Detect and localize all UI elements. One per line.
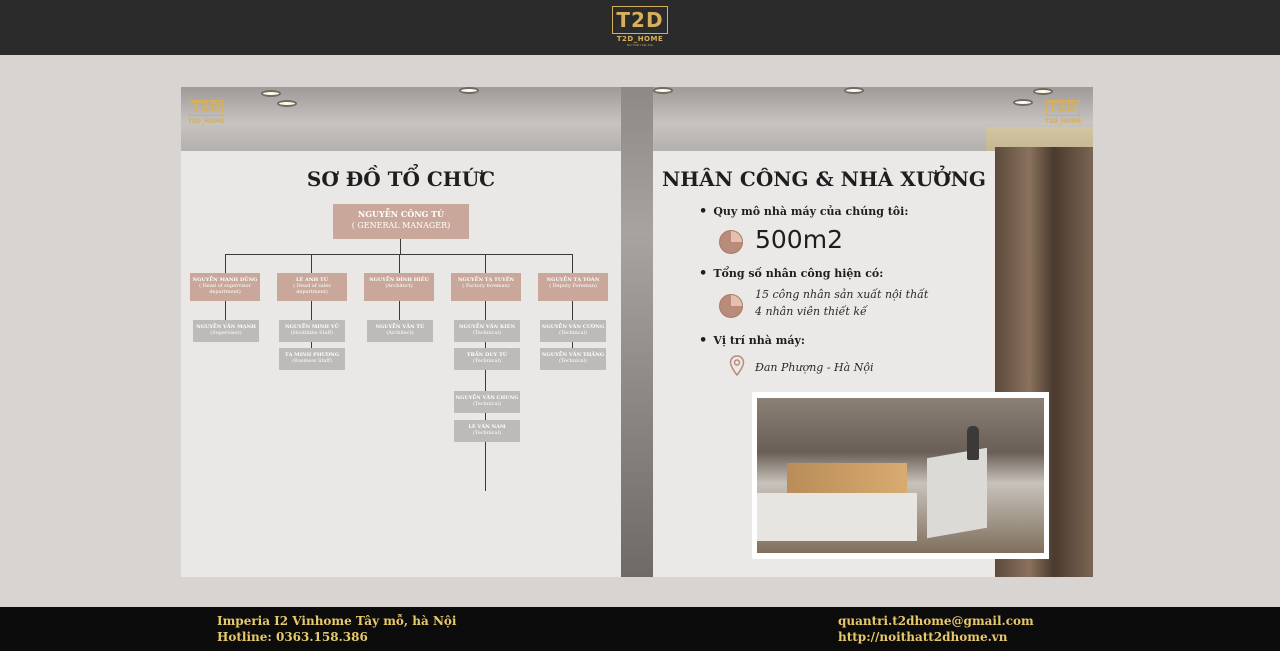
dept-head-node: LÊ ANH TÚ( Head of sales department) (277, 273, 347, 301)
staff-node: TẠ MINH PHƯƠNG (Business Staff) (279, 348, 345, 370)
staff-node: LÊ VĂN NAM (Technical) (454, 420, 520, 442)
workforce-title: NHÂN CÔNG & NHÀ XƯỞNG (661, 167, 987, 191)
corner-logo-right: T2D T2D_HOME (1044, 100, 1082, 125)
staff-node: TRẦN DUY TÚ (Technical) (454, 348, 520, 370)
bullet-factory-size: • Quy mô nhà máy của chúng tôi: (699, 204, 909, 219)
footer-address: Imperia I2 Vinhome Tây mỗ, hà Nội (217, 614, 457, 628)
dept-head-node: NGUYỄN TẠ TOÀN( Deputy Foreman) (538, 273, 608, 301)
factory-location: Đan Phượng - Hà Nội (755, 361, 874, 374)
manager-node: NGUYỄN CÔNG TÚ( GENERAL MANAGER) (333, 204, 469, 239)
factory-size-value: 500m2 (755, 225, 843, 254)
presentation-slide: T2D T2D_HOME T2D T2D_HOME SƠ ĐỒ TỔ CHỨC … (181, 87, 1093, 577)
logo-mark: T2D (612, 6, 668, 34)
staff-node: NGUYỄN VĂN CƯỜNG (Technical) (540, 320, 606, 342)
staff-node: NGUYỄN VĂN CHUNG (Technical) (454, 391, 520, 413)
dept-head-node: NGUYỄN MẠNH DŨNG( Head of supervisor dep… (190, 273, 260, 301)
pie-chart-icon (719, 230, 743, 254)
dept-head-node: NGUYỄN TẠ TUYỀN( Factory foreman) (451, 273, 521, 301)
bullet-workforce: • Tổng số nhân công hiện có: (699, 266, 884, 281)
footer-hotline[interactable]: Hotline: 0363.158.386 (217, 629, 368, 645)
pie-chart-icon (719, 294, 743, 318)
location-pin-icon (729, 355, 745, 377)
org-chart-panel: SƠ ĐỒ TỔ CHỨC NGUYỄN CÔNG TÚ( GENERAL MA… (181, 151, 621, 577)
staff-node: NGUYỄN VĂN TÚ (Architect) (367, 320, 433, 342)
footer-bar: Imperia I2 Vinhome Tây mỗ, hà Nội Hotlin… (0, 607, 1280, 651)
top-bar: T2D T2D_HOME Nội Thất Hiện Đại (0, 0, 1280, 55)
staff-node: NGUYỄN VĂN THẮNG (Technical) (540, 348, 606, 370)
bullet-location: • Vị trí nhà máy: (699, 333, 805, 348)
staff-node: NGUYỄN VĂN MẠNH (Supervisor) (193, 320, 259, 342)
brand-logo[interactable]: T2D T2D_HOME Nội Thất Hiện Đại (612, 6, 668, 47)
org-chart-title: SƠ ĐỒ TỔ CHỨC (306, 167, 496, 191)
logo-tagline: Nội Thất Hiện Đại (626, 43, 654, 47)
footer-email[interactable]: quantri.t2dhome@gmail.com (838, 613, 1034, 629)
slide-divider (621, 87, 653, 577)
staff-node: NGUYỄN VĂN KIÊN (Technical) (454, 320, 520, 342)
logo-name: T2D_HOME (616, 35, 664, 43)
corner-logo-left: T2D T2D_HOME (187, 100, 225, 125)
factory-photo (752, 392, 1049, 559)
staff-node: NGUYỄN MINH VŨ (Hostlinhe Staff) (279, 320, 345, 342)
footer-website[interactable]: http://noithatt2dhome.vn (838, 629, 1008, 645)
workers-count: 15 công nhân sản xuất nội thất (755, 288, 929, 301)
dept-head-node: NGUYỄN ĐÌNH HIẾU (Architect) (364, 273, 434, 301)
designers-count: 4 nhân viên thiết kế (755, 305, 867, 318)
